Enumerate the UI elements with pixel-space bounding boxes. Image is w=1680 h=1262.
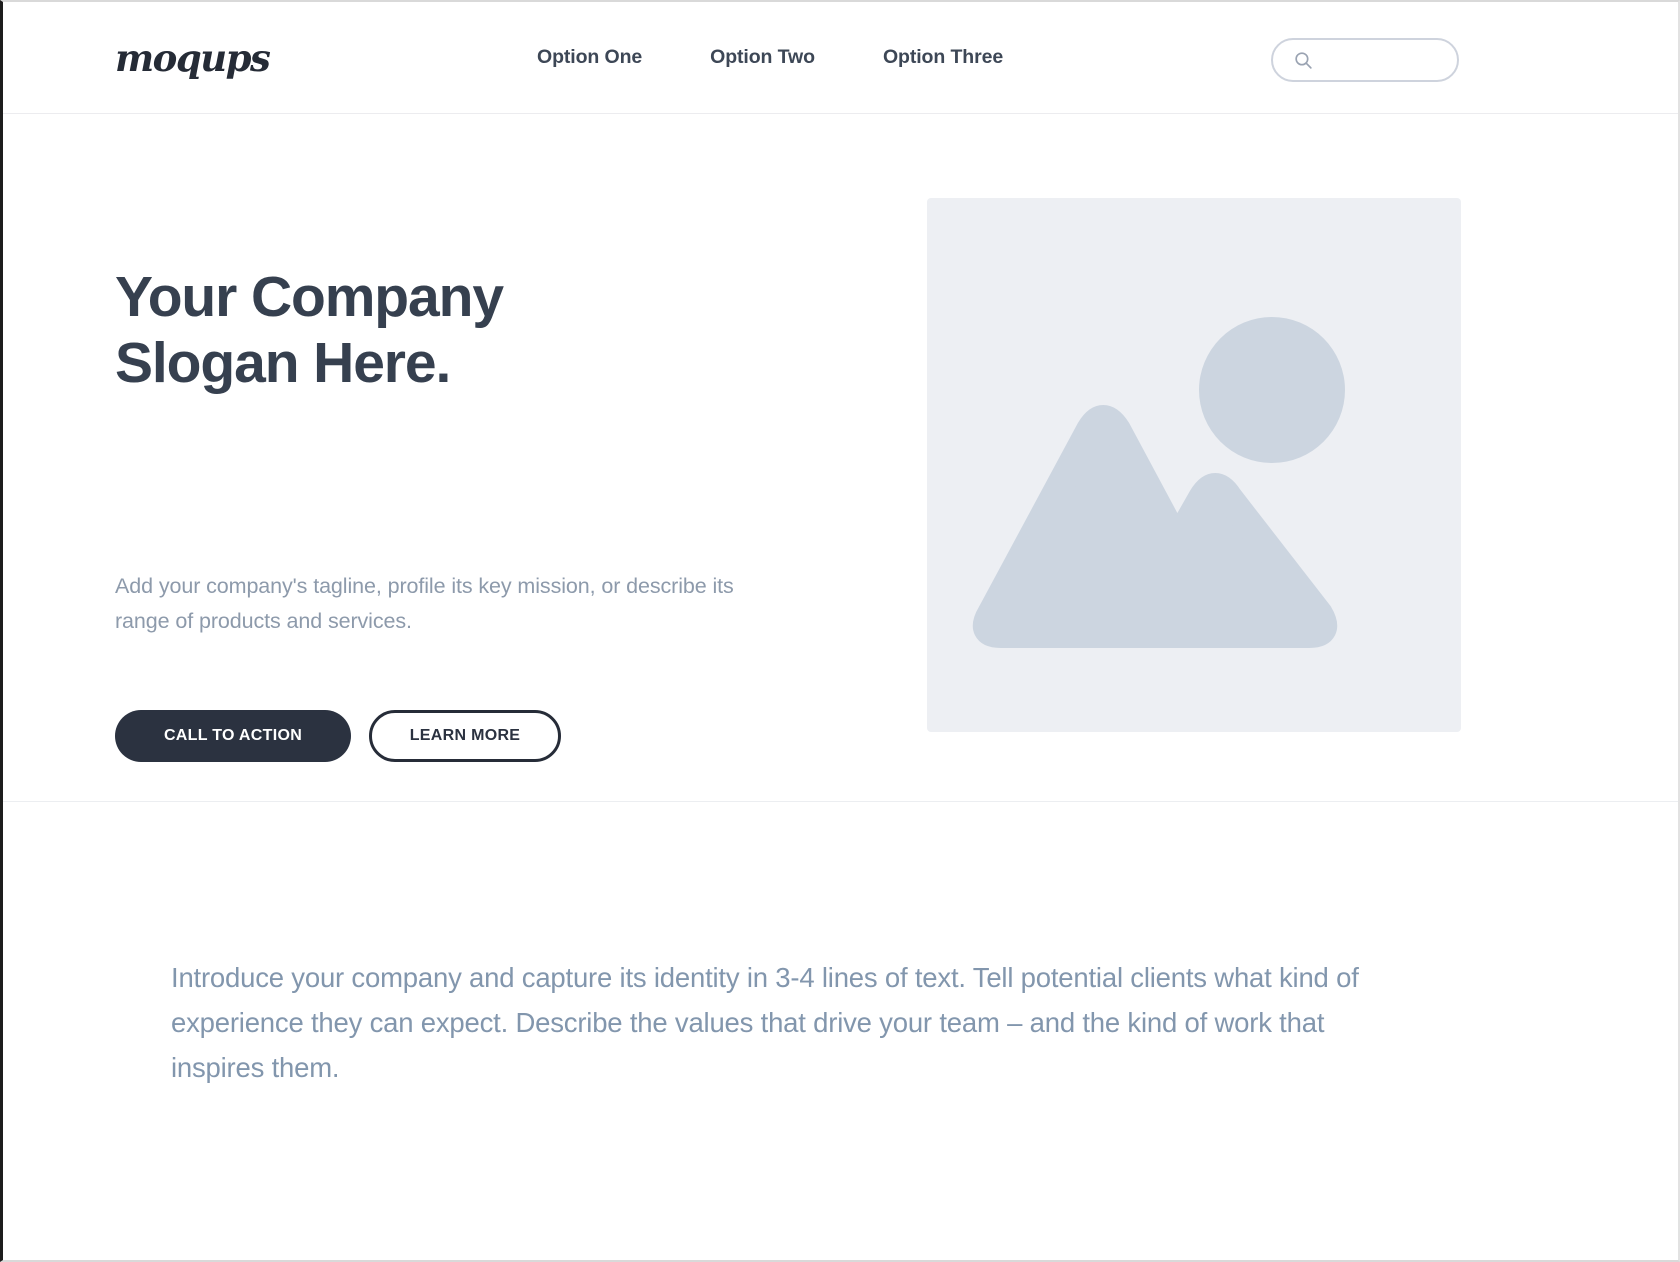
search-icon (1295, 51, 1312, 69)
brand-logo[interactable]: moqups (115, 36, 271, 80)
site-header: moqups Option One Option Two Option Thre… (3, 2, 1678, 114)
page-title-line-1: Your Company (115, 265, 504, 329)
nav-item-option-three[interactable]: Option Three (883, 46, 1003, 69)
hero-image-placeholder (927, 198, 1461, 732)
page-title: Your Company Slogan Here. (115, 264, 815, 396)
hero-button-group: CALL TO ACTION LEARN MORE (115, 710, 561, 762)
hero-section: Your Company Slogan Here. Add your compa… (3, 114, 1678, 802)
nav-item-option-two[interactable]: Option Two (710, 46, 815, 69)
hero-subtitle: Add your company's tagline, profile its … (115, 574, 734, 633)
image-placeholder-icon (972, 317, 1345, 648)
intro-paragraph: Introduce your company and capture its i… (171, 962, 1359, 1083)
page-canvas: moqups Option One Option Two Option Thre… (0, 0, 1680, 1262)
main-navigation: Option One Option Two Option Three (537, 46, 1003, 69)
hero-text-block: Your Company Slogan Here. Add your compa… (115, 264, 815, 762)
sun-icon (1199, 317, 1345, 463)
intro-section: Introduce your company and capture its i… (3, 803, 1678, 1260)
page-title-line-2: Slogan Here. (115, 331, 451, 395)
search-box[interactable] (1271, 38, 1459, 82)
search-input[interactable] (1322, 47, 1440, 73)
learn-more-button[interactable]: LEARN MORE (369, 710, 561, 762)
nav-item-option-one[interactable]: Option One (537, 46, 642, 69)
call-to-action-button[interactable]: CALL TO ACTION (115, 710, 351, 762)
